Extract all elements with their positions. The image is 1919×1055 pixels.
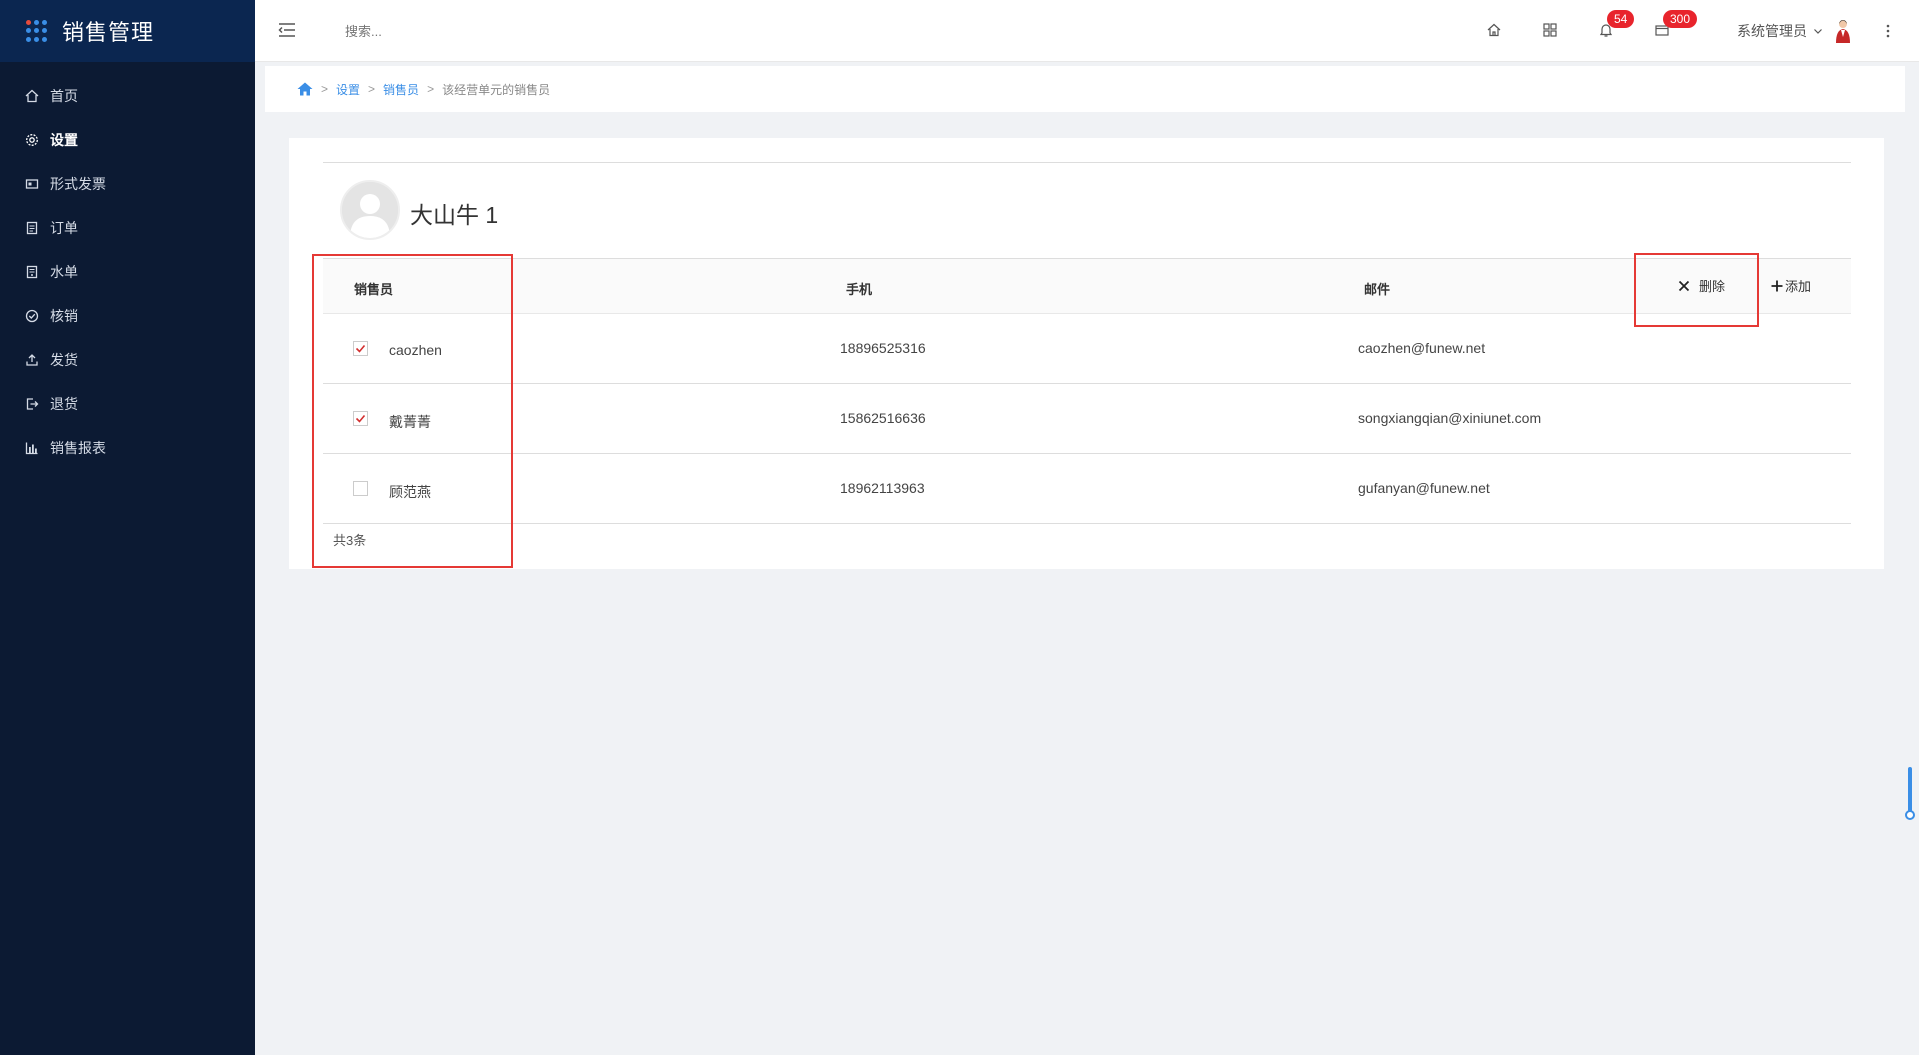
- user-avatar-icon[interactable]: [1832, 18, 1854, 44]
- logout-icon: [24, 396, 40, 412]
- email-cell: songxiangqian@xiniunet.com: [1358, 410, 1542, 426]
- salesperson-table: 销售员 手机 邮件 caozhen 18896525316 caozhen@fu…: [323, 258, 1851, 524]
- table-header: 销售员 手机 邮件: [323, 258, 1851, 314]
- plus-icon: [1771, 280, 1783, 291]
- apps-grid-icon: [26, 20, 48, 42]
- total-count: 共3条: [333, 533, 367, 548]
- email-cell: caozhen@funew.net: [1358, 340, 1486, 356]
- home-icon[interactable]: [1483, 19, 1505, 41]
- sidebar-item-label: 设置: [50, 132, 78, 148]
- sidebar-menu: 首页 设置 形式发票 订单 水单 核销 发货 退货 销售报表: [0, 74, 255, 470]
- check-circle-icon: [24, 308, 40, 324]
- unit-avatar: [340, 180, 400, 240]
- more-vertical-icon[interactable]: [1883, 20, 1893, 42]
- sidebar-item-settings[interactable]: 设置: [0, 118, 255, 162]
- message-badge: 300: [1663, 10, 1698, 28]
- sidebar-item-label: 水单: [50, 264, 78, 280]
- breadcrumb-separator: >: [321, 82, 329, 96]
- sidebar-item-label: 核销: [50, 308, 78, 324]
- salesperson-name: 戴菁菁: [389, 414, 431, 430]
- row-checkbox[interactable]: [353, 481, 368, 496]
- breadcrumb-settings[interactable]: 设置: [336, 81, 360, 98]
- sidebar-item-label: 首页: [50, 88, 78, 104]
- sidebar: 销售管理 首页 设置 形式发票 订单 水单 核销 发货 退货 销售报表: [0, 0, 255, 1055]
- table-row[interactable]: 顾范燕 18962113963 gufanyan@funew.net: [323, 454, 1851, 524]
- breadcrumb-current: 该经营单元的销售员: [442, 82, 551, 97]
- check-icon: [355, 344, 366, 353]
- sidebar-item-orders[interactable]: 订单: [0, 206, 255, 250]
- top-header: 54 300 系统管理员: [255, 0, 1919, 62]
- sidebar-item-sales-report[interactable]: 销售报表: [0, 426, 255, 470]
- salesperson-name: caozhen: [389, 342, 442, 358]
- sidebar-item-home[interactable]: 首页: [0, 74, 255, 118]
- table-row[interactable]: 戴菁菁 15862516636 songxiangqian@xiniunet.c…: [323, 384, 1851, 454]
- sidebar-item-label: 订单: [50, 220, 78, 236]
- phone-cell: 15862516636: [840, 410, 926, 426]
- table-row[interactable]: caozhen 18896525316 caozhen@funew.net: [323, 314, 1851, 384]
- phone-cell: 18962113963: [840, 480, 925, 496]
- message-icon[interactable]: 300: [1651, 10, 1698, 41]
- menu-toggle-icon[interactable]: [277, 20, 297, 40]
- row-checkbox[interactable]: [353, 411, 368, 426]
- order-icon: [24, 220, 40, 236]
- home-icon[interactable]: [297, 82, 313, 96]
- user-menu[interactable]: 系统管理员: [1737, 21, 1824, 41]
- gear-icon: [24, 132, 40, 148]
- receipt-icon: [24, 264, 40, 280]
- breadcrumb-salespersons[interactable]: 销售员: [383, 81, 419, 98]
- salesperson-name: 顾范燕: [389, 484, 431, 500]
- home-icon: [24, 88, 40, 104]
- breadcrumb: > 设置 > 销售员 > 该经营单元的销售员: [265, 66, 1905, 112]
- apps-icon[interactable]: [1539, 19, 1561, 41]
- chevron-down-icon: [1814, 29, 1822, 34]
- delete-button[interactable]: 删除: [1678, 276, 1725, 295]
- column-header-salesperson: 销售员: [354, 282, 394, 297]
- notification-bell-icon[interactable]: 54: [1595, 10, 1635, 41]
- delete-label: 删除: [1699, 279, 1726, 294]
- close-icon: [1678, 280, 1690, 291]
- sidebar-item-label: 发货: [50, 352, 78, 368]
- sidebar-item-proforma-invoice[interactable]: 形式发票: [0, 162, 255, 206]
- brand[interactable]: 销售管理: [0, 0, 255, 62]
- sidebar-item-receipts[interactable]: 水单: [0, 250, 255, 294]
- sidebar-item-returns[interactable]: 退货: [0, 382, 255, 426]
- notification-badge: 54: [1607, 10, 1635, 28]
- sidebar-item-shipping[interactable]: 发货: [0, 338, 255, 382]
- row-checkbox[interactable]: [353, 341, 368, 356]
- sidebar-item-label: 销售报表: [50, 440, 106, 456]
- brand-title: 销售管理: [62, 20, 155, 45]
- phone-cell: 18896525316: [840, 340, 926, 356]
- unit-name: 大山牛 1: [410, 202, 499, 228]
- sidebar-item-write-off[interactable]: 核销: [0, 294, 255, 338]
- breadcrumb-separator: >: [368, 82, 376, 96]
- column-header-email: 邮件: [1364, 282, 1391, 297]
- main-card: 大山牛 1 销售员 手机 邮件 caozhen 18896525316 caoz…: [289, 138, 1884, 569]
- search-input[interactable]: [345, 18, 605, 44]
- check-icon: [355, 414, 366, 423]
- add-label: 添加: [1785, 279, 1812, 294]
- column-header-phone: 手机: [846, 282, 873, 297]
- scrollbar-handle[interactable]: [1905, 810, 1915, 820]
- invoice-icon: [24, 176, 40, 192]
- upload-icon: [24, 352, 40, 368]
- user-name: 系统管理员: [1737, 23, 1807, 39]
- email-cell: gufanyan@funew.net: [1358, 480, 1490, 496]
- add-button[interactable]: 添加: [1771, 276, 1811, 295]
- divider: [323, 162, 1851, 163]
- bar-chart-icon: [24, 440, 40, 456]
- sidebar-item-label: 形式发票: [50, 176, 106, 192]
- breadcrumb-separator: >: [427, 82, 435, 96]
- sidebar-item-label: 退货: [50, 396, 78, 412]
